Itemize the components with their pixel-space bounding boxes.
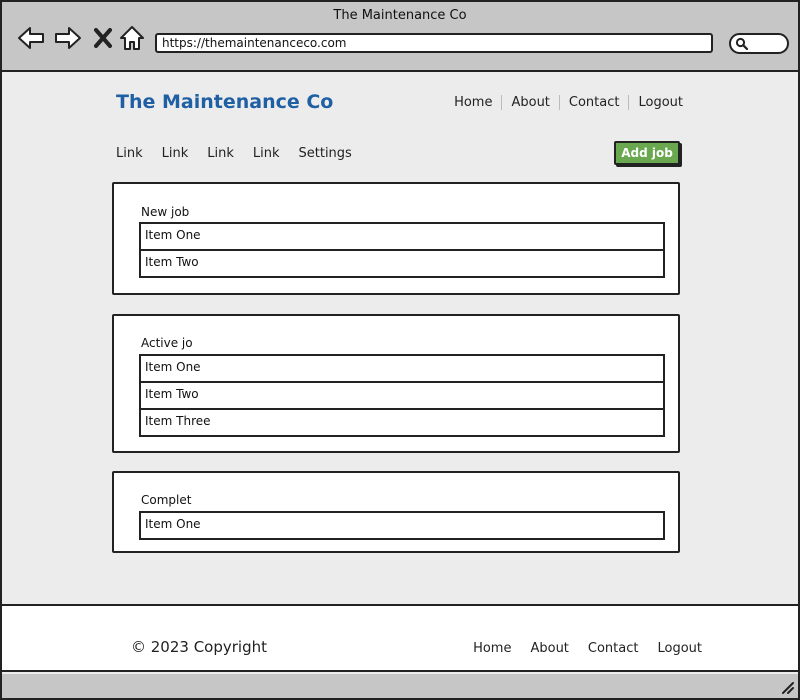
footer-nav-contact[interactable]: Contact (588, 641, 639, 656)
footer-nav: Home About Contact Logout (473, 641, 702, 656)
nav-about[interactable]: About (501, 95, 558, 110)
footer-nav-about[interactable]: About (530, 641, 568, 656)
browser-chrome: The Maintenance Co https://themaintenanc… (2, 2, 798, 72)
window-title: The Maintenance Co (333, 8, 467, 23)
subnav-settings[interactable]: Settings (299, 146, 352, 161)
footer-nav-logout[interactable]: Logout (657, 641, 702, 656)
top-nav: Home About Contact Logout (445, 95, 692, 110)
nav-contact[interactable]: Contact (558, 95, 629, 110)
new-job-list: Item One Item Two (139, 222, 665, 278)
home-icon[interactable] (117, 24, 147, 52)
panel-title: New job (141, 205, 190, 219)
active-jobs-list: Item One Item Two Item Three (139, 354, 665, 437)
status-bar (2, 674, 798, 698)
new-job-panel: New job Item One Item Two (112, 182, 680, 295)
close-x-icon[interactable] (88, 24, 118, 52)
nav-logout[interactable]: Logout (628, 95, 692, 110)
panel-title: Active jo (141, 336, 193, 350)
search-icon (735, 37, 749, 51)
list-item[interactable]: Item One (139, 354, 665, 383)
panel-title: Complet (141, 493, 192, 507)
browser-search[interactable] (729, 33, 789, 54)
address-bar[interactable]: https://themaintenanceco.com (155, 33, 713, 53)
list-item[interactable]: Item Three (139, 410, 665, 437)
list-item[interactable]: Item One (139, 511, 665, 540)
nav-home[interactable]: Home (445, 95, 501, 110)
subnav-link-1[interactable]: Link (116, 146, 143, 161)
back-arrow-icon[interactable] (16, 24, 46, 52)
forward-arrow-icon[interactable] (53, 24, 83, 52)
subnav-link-3[interactable]: Link (207, 146, 234, 161)
list-item[interactable]: Item One (139, 222, 665, 251)
sub-nav: Link Link Link Link Settings (116, 146, 352, 161)
completed-jobs-list: Item One (139, 511, 665, 540)
active-jobs-panel: Active jo Item One Item Two Item Three (112, 314, 680, 453)
add-job-button[interactable]: Add job (614, 141, 680, 165)
list-item[interactable]: Item Two (139, 251, 665, 278)
list-item[interactable]: Item Two (139, 383, 665, 410)
footer: © 2023 Copyright Home About Contact Logo… (2, 604, 798, 672)
brand-logo[interactable]: The Maintenance Co (116, 91, 333, 113)
footer-nav-home[interactable]: Home (473, 641, 511, 656)
resize-grip-icon[interactable] (780, 680, 794, 694)
copyright: © 2023 Copyright (131, 638, 268, 656)
subnav-link-2[interactable]: Link (162, 146, 189, 161)
subnav-link-4[interactable]: Link (253, 146, 280, 161)
browser-window: The Maintenance Co https://themaintenanc… (0, 0, 800, 700)
completed-jobs-panel: Complet Item One (112, 471, 680, 553)
